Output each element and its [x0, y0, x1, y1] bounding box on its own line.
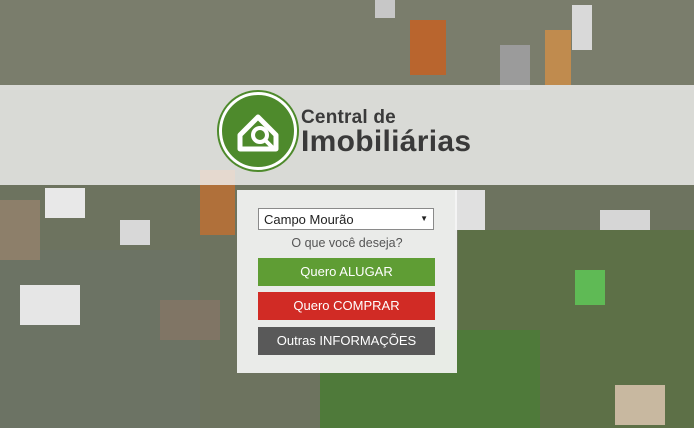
house-magnifier-icon	[219, 92, 297, 170]
city-select[interactable]: Campo Mourão ▼	[258, 208, 434, 230]
site-logo[interactable]: Central de Imobiliárias	[219, 92, 479, 172]
logo-text-line2: Imobiliárias	[301, 125, 472, 158]
outras-informacoes-button[interactable]: Outras INFORMAÇÕES	[258, 327, 435, 355]
quero-alugar-button[interactable]: Quero ALUGAR	[258, 258, 435, 286]
question-label: O que você deseja?	[291, 236, 403, 250]
quero-comprar-button[interactable]: Quero COMPRAR	[258, 292, 435, 320]
search-panel: Campo Mourão ▼ O que você deseja? Quero …	[237, 190, 457, 373]
dropdown-arrow-icon: ▼	[420, 214, 428, 223]
city-select-value: Campo Mourão	[264, 212, 354, 227]
